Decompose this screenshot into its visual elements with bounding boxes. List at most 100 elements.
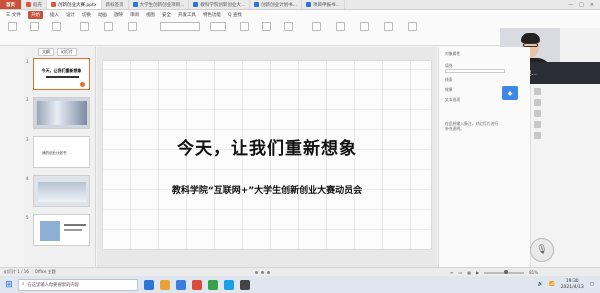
format-painter-button[interactable] bbox=[52, 22, 61, 32]
qq-icon[interactable] bbox=[224, 279, 234, 290]
status-bar: 幻灯片 1 / 16 Office 主题 ≡ ▭ ▦ ▶ 81% bbox=[0, 267, 600, 276]
play-icon[interactable]: ▶ bbox=[476, 270, 479, 275]
cut-button[interactable] bbox=[30, 22, 39, 32]
menu-slideshow[interactable]: 放映 bbox=[114, 12, 123, 18]
menu-file[interactable]: 三 文件 bbox=[6, 12, 21, 18]
font-box[interactable] bbox=[160, 22, 200, 32]
wps-taskbar-icon[interactable] bbox=[192, 279, 202, 290]
slide-subtitle[interactable]: 教科学院“互联网+”大学生创新创业大赛动员会 bbox=[103, 183, 431, 196]
brush-icon bbox=[52, 22, 61, 31]
slide-thumbnail-panel: 大纲 幻灯片 1 今天，让我们重新想象 2 3 我的创业计划书 4 5 bbox=[24, 47, 96, 267]
sidebar-backup-icon[interactable] bbox=[534, 121, 541, 128]
menu-animation[interactable]: 动画 bbox=[98, 12, 107, 18]
menu-view[interactable]: 视图 bbox=[146, 12, 155, 18]
slide-thumbnail-2[interactable] bbox=[33, 97, 90, 129]
new-slide-button[interactable] bbox=[80, 22, 89, 32]
sorter-view-icon[interactable]: ▦ bbox=[467, 270, 471, 275]
menu-review[interactable]: 审阅 bbox=[130, 12, 139, 18]
slide-title[interactable]: 今天，让我们重新想象 bbox=[103, 134, 431, 159]
thumb-image bbox=[37, 101, 87, 125]
slide-thumbnail-1[interactable]: 今天，让我们重新想象 bbox=[33, 58, 90, 90]
person-hair bbox=[521, 33, 540, 43]
menu-search[interactable]: Q 查找 bbox=[228, 12, 242, 18]
reset-button[interactable] bbox=[128, 22, 137, 32]
tab-doc-4[interactable]: 项目申报书... bbox=[302, 0, 345, 9]
bold-button[interactable] bbox=[240, 22, 249, 32]
sidebar-animation-icon[interactable] bbox=[534, 110, 541, 117]
slide-thumbnail-5[interactable] bbox=[33, 214, 90, 246]
menu-special[interactable]: 特色功能 bbox=[203, 12, 221, 18]
slide-thumbnail-3[interactable]: 我的创业计划书 bbox=[33, 136, 90, 168]
layout-button[interactable] bbox=[104, 22, 113, 32]
font-size-icon bbox=[210, 22, 226, 31]
explorer-icon[interactable] bbox=[160, 279, 170, 290]
tab-outline[interactable]: 大纲 bbox=[38, 48, 54, 56]
slide-editor[interactable]: 今天，让我们重新想象 教科学院“互联网+”大学生创新创业大赛动员会 bbox=[97, 47, 437, 267]
find-replace-button[interactable] bbox=[408, 22, 417, 32]
menu-developer[interactable]: 开发工具 bbox=[178, 12, 196, 18]
sidebar-select-icon[interactable] bbox=[534, 88, 541, 95]
thumb-subtitle-line bbox=[46, 76, 79, 78]
tab-new[interactable]: 新标签页 bbox=[102, 0, 129, 9]
arrange-button[interactable] bbox=[384, 22, 393, 32]
indicator-dot bbox=[255, 271, 258, 274]
zoom-slider-thumb[interactable] bbox=[504, 269, 509, 274]
app-icon[interactable] bbox=[240, 279, 250, 290]
fill-select[interactable] bbox=[445, 69, 505, 73]
panel-line[interactable]: 线条 bbox=[445, 77, 453, 83]
italic-button[interactable] bbox=[262, 22, 271, 32]
font-size-box[interactable] bbox=[210, 22, 226, 32]
tab-label: 新标签页 bbox=[105, 2, 124, 8]
panel-text-options[interactable]: 文本选项 bbox=[445, 97, 460, 103]
zoom-slider[interactable] bbox=[484, 269, 525, 274]
menu-design[interactable]: 设计 bbox=[66, 12, 75, 18]
tab-doc-2[interactable]: 教科学院创新创业大... bbox=[189, 0, 251, 9]
clock[interactable]: 19:30 2021/4/13 bbox=[561, 279, 584, 291]
thumb-title: 今天，让我们重新想象 bbox=[41, 68, 82, 73]
minimize-icon[interactable]: — bbox=[568, 2, 573, 8]
volume-icon[interactable]: 🔊 bbox=[537, 282, 543, 287]
panel-effect[interactable]: 效果 bbox=[445, 87, 453, 93]
menu-transition[interactable]: 切换 bbox=[82, 12, 91, 18]
taskbar-search-box[interactable]: ⌕ 在这里输入你要搜索的内容 bbox=[18, 278, 138, 291]
slide-thumbnail-4[interactable] bbox=[33, 175, 90, 207]
sidebar-style-icon[interactable] bbox=[534, 99, 541, 106]
textbox-button[interactable] bbox=[336, 22, 345, 32]
align-button[interactable] bbox=[312, 22, 321, 32]
taskview-icon[interactable] bbox=[144, 279, 154, 290]
tab-doc-1[interactable]: 大学生创新创业项目... bbox=[129, 0, 190, 9]
new-slide-icon bbox=[80, 22, 89, 31]
menu-bar: 三 文件 开始 插入 设计 切换 动画 放映 审阅 视图 安全 开发工具 特色功… bbox=[0, 10, 600, 19]
clock-date: 2021/4/13 bbox=[560, 284, 584, 290]
notes-icon[interactable]: ≡ bbox=[450, 270, 453, 275]
muted-microphone-icon[interactable]: 🎙 bbox=[530, 238, 554, 262]
floating-assistant-icon[interactable]: ◆ bbox=[502, 86, 518, 100]
network-icon[interactable]: 📶 bbox=[549, 282, 555, 287]
tab-docer[interactable]: 稻壳 bbox=[22, 0, 47, 9]
paste-button[interactable] bbox=[8, 22, 17, 32]
tab-presentation[interactable]: 创新创业大赛.pptx bbox=[47, 0, 102, 9]
normal-view-icon[interactable]: ▭ bbox=[458, 270, 462, 275]
notification-icon[interactable]: ▢ bbox=[590, 282, 594, 287]
page-indicator bbox=[255, 271, 270, 274]
slide-number: 2 bbox=[26, 97, 29, 102]
zoom-level[interactable]: 81% bbox=[529, 270, 538, 275]
tab-slides[interactable]: 幻灯片 bbox=[57, 48, 77, 56]
tab-home[interactable]: 首页 bbox=[0, 0, 22, 9]
notes-text[interactable]: 在此处输入备注，对幻灯片进行补充说明。 bbox=[445, 121, 500, 131]
underline-button[interactable] bbox=[284, 22, 293, 32]
tab-doc-3[interactable]: 创新创业计划书... bbox=[250, 0, 302, 9]
menu-home[interactable]: 开始 bbox=[27, 10, 43, 19]
menu-security[interactable]: 安全 bbox=[162, 12, 171, 18]
window-controls: — □ ✕ bbox=[568, 0, 600, 9]
slide-canvas[interactable]: 今天，让我们重新想象 教科学院“互联网+”大学生创新创业大赛动员会 bbox=[103, 61, 431, 249]
edge-icon[interactable] bbox=[176, 279, 186, 290]
maximize-icon[interactable]: □ bbox=[579, 2, 584, 8]
menu-insert[interactable]: 插入 bbox=[50, 12, 59, 18]
sidebar-settings-icon[interactable] bbox=[534, 132, 541, 139]
close-icon[interactable]: ✕ bbox=[590, 2, 594, 8]
windows-start-icon[interactable]: ⊞ bbox=[0, 276, 18, 293]
shape-button[interactable] bbox=[360, 22, 369, 32]
arrange-icon bbox=[384, 22, 393, 31]
wechat-icon[interactable] bbox=[208, 279, 218, 290]
